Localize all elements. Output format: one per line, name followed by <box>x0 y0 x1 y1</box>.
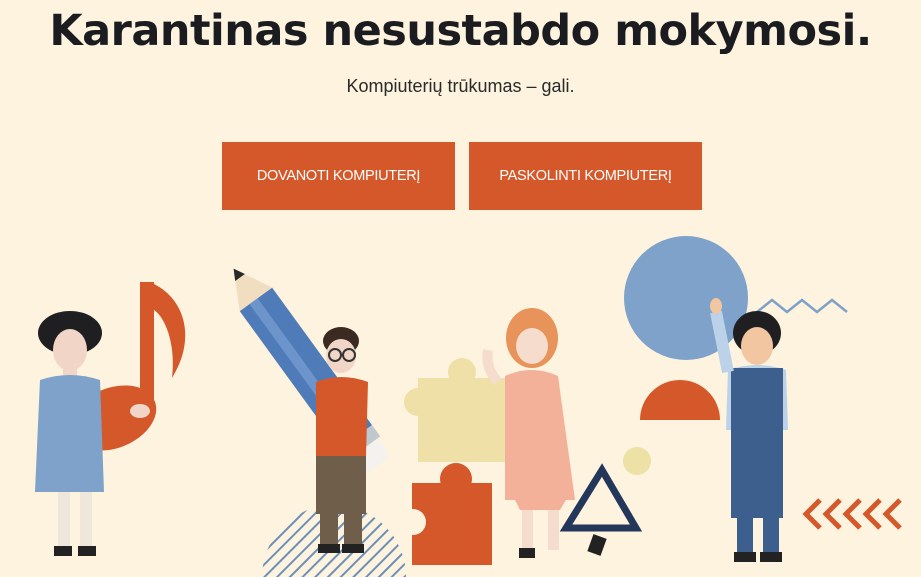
zigzag-shape <box>756 298 848 314</box>
orange-puzzle-piece <box>400 463 492 565</box>
hero-illustration <box>35 236 902 577</box>
orange-semicircle-shape <box>640 380 720 420</box>
blue-circle-shape <box>624 236 748 360</box>
girl-with-puzzle-figure <box>482 308 607 558</box>
triangle-outline-shape <box>559 463 643 532</box>
girl-in-overalls-figure <box>710 298 788 562</box>
chevrons-shape <box>802 498 902 530</box>
pencil-illustration <box>233 268 388 473</box>
hero-subline: Kompiuterių trūkumas – gali. <box>346 76 575 96</box>
lend-computer-button[interactable]: PASKOLINTI KOMPIUTERĮ <box>469 142 702 210</box>
cream-dot-shape <box>623 447 651 475</box>
hero-headline: Karantinas nesustabdo mokymosi. <box>49 6 872 56</box>
donate-computer-button[interactable]: DOVANOTI KOMPIUTERĮ <box>222 142 455 210</box>
